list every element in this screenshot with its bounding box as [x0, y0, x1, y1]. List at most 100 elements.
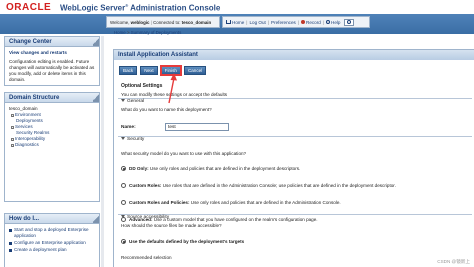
howto-configure-app[interactable]: Configure an Enterprise application: [9, 240, 95, 246]
page-title: Install Application Assistant: [114, 50, 474, 60]
source-question: How should the source files be made acce…: [121, 223, 222, 228]
radio-label-text: Use only roles and policies that are def…: [148, 166, 301, 171]
tree-item-label: Diagnostics: [15, 142, 39, 147]
radio-label-text: Use roles that are defined in the Admini…: [161, 183, 396, 188]
change-center-title: Change Center: [5, 37, 99, 47]
name-label: Name:: [121, 124, 136, 130]
collapse-icon: [121, 99, 125, 103]
record-icon: [301, 20, 306, 24]
help-link-label: Help: [331, 19, 341, 25]
section-title: General: [127, 99, 145, 104]
next-button[interactable]: Next: [140, 66, 158, 75]
radio-button[interactable]: [121, 183, 126, 188]
panel-corner-icon: [93, 37, 99, 46]
howto-label: Create a deployment plan: [14, 247, 67, 252]
recommended-text: Recommended selection: [121, 255, 172, 260]
radio-use-defaults[interactable]: Use the defaults defined by the deployme…: [121, 239, 244, 244]
record-link[interactable]: Record: [301, 20, 321, 25]
domain-structure-title: Domain Structure: [5, 93, 99, 103]
how-do-i-list: Start and stop a deployed Enterprise app…: [5, 224, 99, 257]
record-link-label: Record: [306, 19, 321, 25]
radio-label-bold: Use the defaults defined by the deployme…: [129, 239, 245, 244]
breadcrumb-home[interactable]: Home: [114, 30, 126, 35]
collapse-icon: [121, 215, 125, 219]
domain-tree: tesco_domain + Environment Deployments + S…: [5, 103, 99, 151]
watermark: CSDN @镜新上: [437, 259, 470, 264]
domain-structure-panel: Domain Structure tesco_domain + Environme…: [4, 92, 100, 202]
radio-label: Custom Roles and Policies: Use only role…: [129, 200, 341, 205]
back-button[interactable]: Back: [119, 66, 138, 75]
search-icon: [347, 20, 352, 24]
howto-label: Start and stop a deployed Enterprise app…: [14, 227, 89, 238]
radio-button-checked[interactable]: [121, 166, 126, 171]
welcome-prefix: Welcome,: [110, 20, 131, 25]
howto-start-stop[interactable]: Start and stop a deployed Enterprise app…: [9, 227, 95, 239]
radio-custom-roles-policies[interactable]: Custom Roles and Policies: Use only role…: [121, 200, 341, 205]
link-separator: |: [267, 19, 270, 25]
how-do-i-title: How do I...: [5, 214, 99, 224]
help-link[interactable]: Help: [326, 20, 340, 25]
breadcrumb-summary[interactable]: Summary of Deployments: [131, 30, 182, 35]
bullet-icon: [9, 241, 12, 245]
link-separator: |: [246, 19, 248, 25]
how-do-i-panel: How do I... Start and stop a deployed En…: [4, 213, 100, 267]
console-title: WebLogic Server® Administration Console: [60, 3, 220, 13]
home-link[interactable]: Home: [226, 20, 244, 25]
bullet-icon: [9, 228, 12, 232]
connected-domain: tesco_domain: [181, 20, 212, 25]
radio-label-text: Use only roles and policies that are def…: [189, 200, 341, 205]
collapse-icon: [121, 137, 125, 141]
howto-label: Configure an Enterprise application: [14, 240, 86, 245]
welcome-user: weblogic: [130, 20, 150, 25]
preferences-link[interactable]: Preferences: [271, 20, 296, 25]
radio-dd-only[interactable]: DD Only: Use only roles and policies tha…: [121, 166, 300, 171]
preferences-link-label: Preferences: [271, 19, 296, 25]
logout-link[interactable]: Log Out: [249, 20, 265, 25]
change-center-body: View changes and restarts Configuration …: [5, 47, 99, 86]
product-name: WebLogic Server: [60, 3, 126, 13]
annotation-arrow-icon: [168, 73, 177, 104]
how-do-i-title-text: How do I...: [9, 216, 39, 222]
panel-corner-icon: [93, 214, 99, 223]
product-subtitle: Administration Console: [128, 3, 221, 13]
howto-create-plan[interactable]: Create a deployment plan: [9, 247, 95, 253]
radio-button-checked[interactable]: [121, 239, 126, 244]
bullet-icon: [9, 248, 12, 252]
top-header: ORACLE WebLogic Server® Administration C…: [0, 0, 474, 14]
expand-icon[interactable]: +: [11, 137, 14, 141]
optional-settings-heading: Optional Settings: [121, 83, 163, 89]
view-changes-link[interactable]: View changes and restarts: [9, 50, 95, 56]
radio-button[interactable]: [121, 200, 126, 205]
tree-item-diagnostics[interactable]: + Diagnostics: [9, 142, 95, 148]
radio-label: DD Only: Use only roles and policies tha…: [129, 166, 300, 171]
name-question: What do you want to name this deployment…: [121, 107, 212, 112]
source-section-header[interactable]: Source accessibility: [118, 214, 472, 221]
name-row: Name:: [121, 123, 229, 131]
welcome-box: Welcome, weblogic | Connected to: tesco_…: [106, 16, 220, 28]
radio-custom-roles[interactable]: Custom Roles: Use roles that are defined…: [121, 183, 396, 188]
expand-icon[interactable]: +: [11, 125, 14, 129]
change-center-panel: Change Center View changes and restarts …: [4, 36, 100, 86]
expand-icon[interactable]: +: [11, 113, 14, 117]
home-icon: [226, 20, 231, 24]
section-title: Security: [127, 137, 145, 142]
search-button[interactable]: [344, 18, 355, 26]
radio-label: Custom Roles: Use roles that are defined…: [129, 183, 396, 188]
breadcrumb: Home > Summary of Deployments: [114, 30, 181, 35]
left-scrollbar[interactable]: [101, 36, 104, 267]
header-links: Home | Log Out | Preferences | Record | …: [222, 16, 370, 28]
breadcrumb-separator: >: [125, 30, 130, 35]
deployment-name-input[interactable]: [165, 123, 229, 131]
domain-structure-title-text: Domain Structure: [9, 95, 60, 101]
change-center-title-text: Change Center: [9, 39, 52, 45]
radio-label-bold: Custom Roles and Policies:: [129, 200, 190, 205]
expand-icon[interactable]: +: [11, 143, 14, 147]
radio-label-bold: Custom Roles:: [129, 183, 162, 188]
security-section-header[interactable]: Security: [118, 136, 472, 143]
link-separator: |: [322, 19, 325, 25]
oracle-logo: ORACLE: [6, 2, 52, 13]
home-link-label: Home: [232, 19, 245, 25]
radio-label-bold: DD Only:: [129, 166, 149, 171]
help-icon: [326, 20, 331, 24]
connected-prefix: Connected to:: [153, 20, 182, 25]
